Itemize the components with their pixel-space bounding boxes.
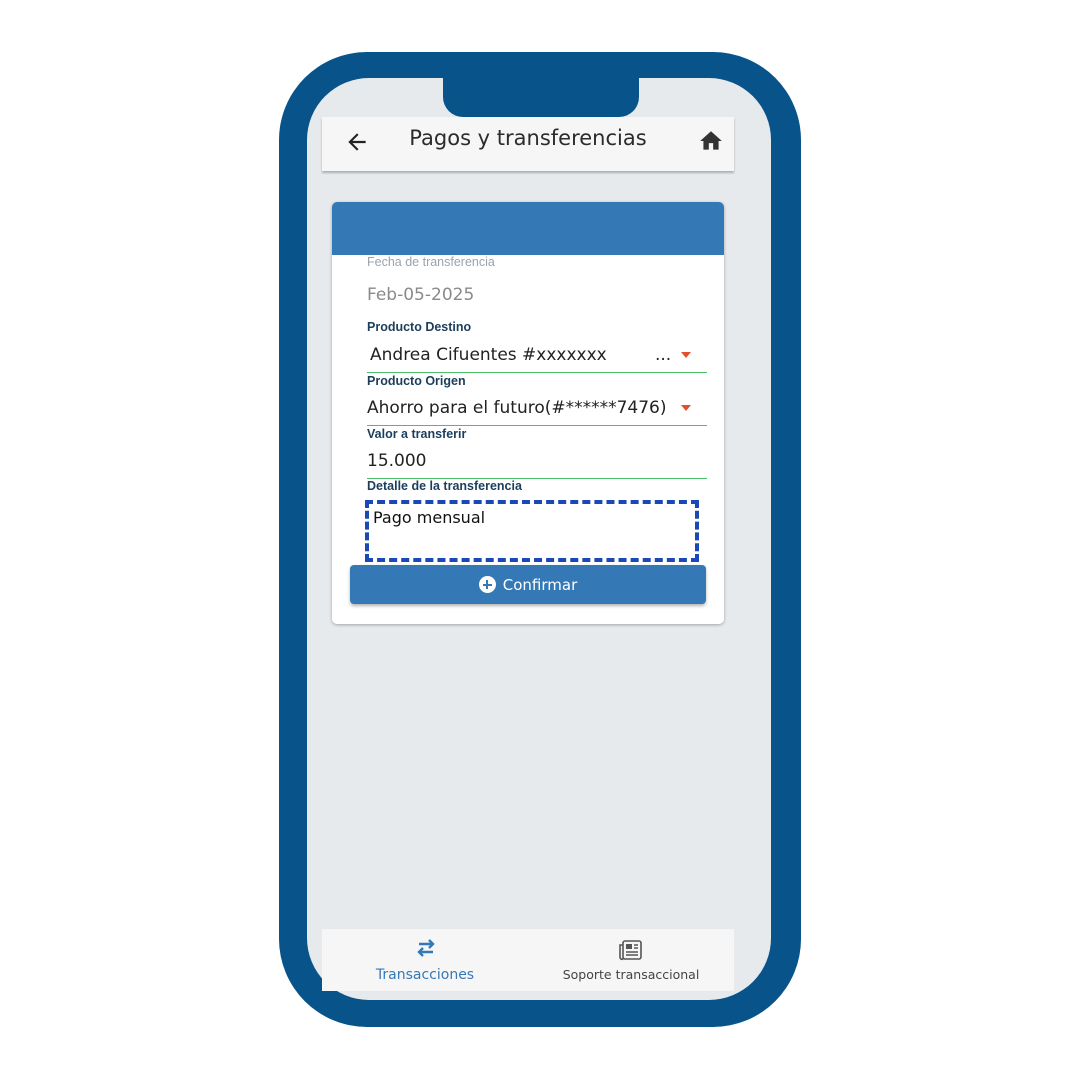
nav-label: Soporte transaccional <box>562 967 700 982</box>
overflow-ellipsis: ... <box>655 345 672 365</box>
plus-circle-icon <box>478 576 496 593</box>
fecha-label: Fecha de transferencia <box>367 255 495 269</box>
fecha-value: Feb-05-2025 <box>367 285 475 305</box>
nav-label: Transacciones <box>375 967 475 983</box>
nav-item-soporte-transaccional[interactable]: Soporte transaccional <box>548 929 714 991</box>
detalle-label: Detalle de la transferencia <box>367 479 522 493</box>
page-title: Pagos y transferencias <box>409 126 647 150</box>
field-underline <box>367 372 707 373</box>
producto-origen-label: Producto Origen <box>367 374 466 388</box>
detalle-value: Pago mensual <box>373 508 486 527</box>
field-underline <box>367 425 707 426</box>
bottom-nav: Transacciones Soporte transaccional <box>322 929 734 991</box>
card-header <box>332 202 724 255</box>
swap-arrows-icon <box>417 939 435 957</box>
nav-item-transacciones[interactable]: Transacciones <box>342 929 508 991</box>
dropdown-caret-icon[interactable] <box>681 352 691 358</box>
arrow-left-icon[interactable] <box>344 129 370 155</box>
phone-notch <box>443 66 639 117</box>
home-icon[interactable] <box>698 128 724 154</box>
valor-input[interactable]: 15.000 <box>367 451 426 471</box>
top-app-bar: Pagos y transferencias <box>322 117 734 171</box>
newspaper-icon <box>619 940 642 961</box>
confirm-label: Confirmar <box>502 575 578 594</box>
producto-origen-value: Ahorro para el futuro(#******7476) <box>367 398 667 418</box>
producto-destino-label: Producto Destino <box>367 320 472 334</box>
producto-origen-select[interactable]: Ahorro para el futuro(#******7476) <box>367 392 707 425</box>
producto-destino-select[interactable]: Andrea Cifuentes #xxxxxxx ... <box>367 338 707 372</box>
producto-destino-value: Andrea Cifuentes #xxxxxxx <box>370 345 607 365</box>
valor-label: Valor a transferir <box>367 427 467 441</box>
dropdown-caret-icon[interactable] <box>681 405 691 411</box>
detalle-textarea[interactable]: Pago mensual <box>365 500 699 562</box>
transfer-form-card: Fecha de transferencia Feb-05-2025 Produ… <box>332 202 724 624</box>
confirm-button[interactable]: Confirmar <box>350 565 706 604</box>
